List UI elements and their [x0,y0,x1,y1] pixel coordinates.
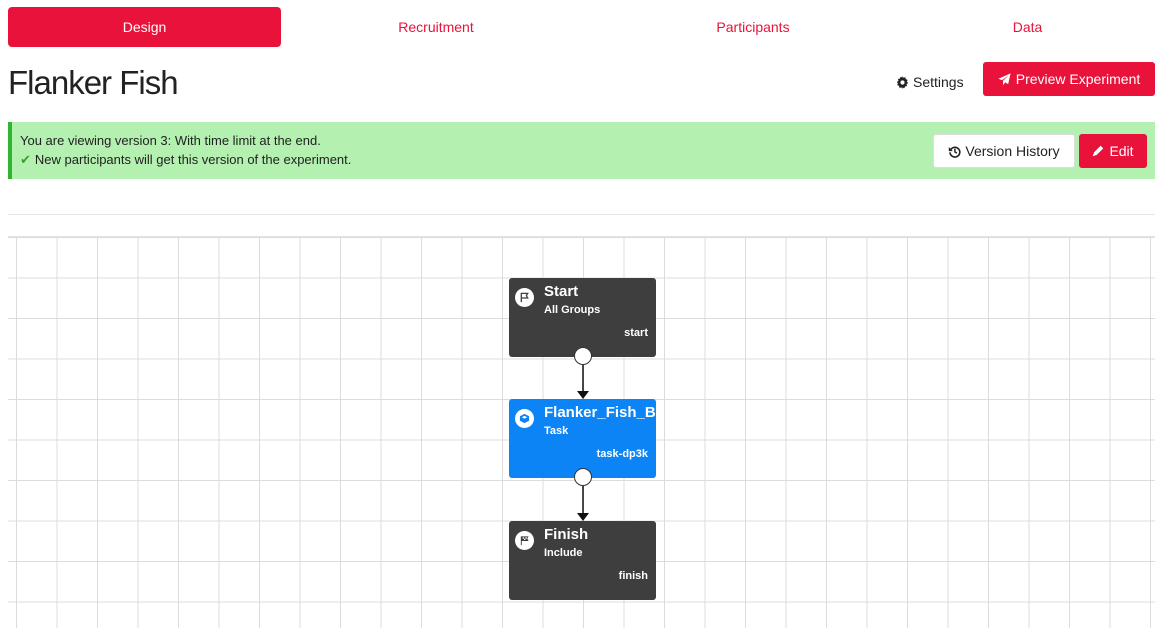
flag-icon [515,288,534,307]
preview-experiment-label: Preview Experiment [1015,71,1141,87]
node-subtitle: Include [544,547,583,559]
edit-label: Edit [1109,143,1134,159]
edit-button[interactable]: Edit [1079,134,1147,168]
checkmark-icon: ✔ [20,152,31,167]
node-id: start [624,327,648,339]
arrowhead-icon [577,513,589,521]
version-status-text: New participants will get this version o… [34,152,352,167]
version-banner: You are viewing version 3: With time lim… [8,122,1155,179]
node-title: Finish [544,526,589,543]
task-icon [515,409,534,428]
node-subtitle: All Groups [544,304,601,316]
version-history-label: Version History [965,143,1060,159]
node-subtitle: Task [544,425,569,437]
version-info: You are viewing version 3: With time lim… [20,133,321,148]
pencil-icon [1093,145,1104,157]
flow-canvas[interactable]: Start All Groups start Flanker_Fish_B Ta… [8,236,1155,628]
checkered-flag-icon [515,531,534,550]
flow-node-start[interactable]: Start All Groups start [509,278,656,357]
settings-link[interactable]: Settings [896,70,964,94]
divider [8,214,1155,215]
version-status: ✔ New participants will get this version… [20,150,351,169]
gear-icon [896,75,909,89]
node-title: Flanker_Fish_B [544,404,656,421]
node-title: Start [544,283,579,300]
node-output-port[interactable] [574,468,592,486]
flow-node-task[interactable]: Flanker_Fish_B Task task-dp3k [509,399,656,478]
version-banner-text: You are viewing version 3: With time lim… [20,131,351,169]
history-icon [949,145,961,158]
arrowhead-icon [577,391,589,399]
flow-node-finish[interactable]: Finish Include finish [509,521,656,600]
settings-label: Settings [913,74,964,90]
tab-design[interactable]: Design [8,7,281,47]
page-title: Flanker Fish [8,64,179,101]
top-tabs: Design Recruitment Participants Data [0,0,1155,52]
node-output-port[interactable] [574,347,592,365]
tab-data[interactable]: Data [890,7,1155,47]
version-history-button[interactable]: Version History [933,134,1075,168]
paper-plane-icon [998,72,1011,85]
preview-experiment-button[interactable]: Preview Experiment [983,62,1155,96]
tab-participants[interactable]: Participants [608,7,898,47]
node-id: task-dp3k [596,448,648,460]
node-id: finish [618,570,648,582]
tab-recruitment[interactable]: Recruitment [300,7,572,47]
